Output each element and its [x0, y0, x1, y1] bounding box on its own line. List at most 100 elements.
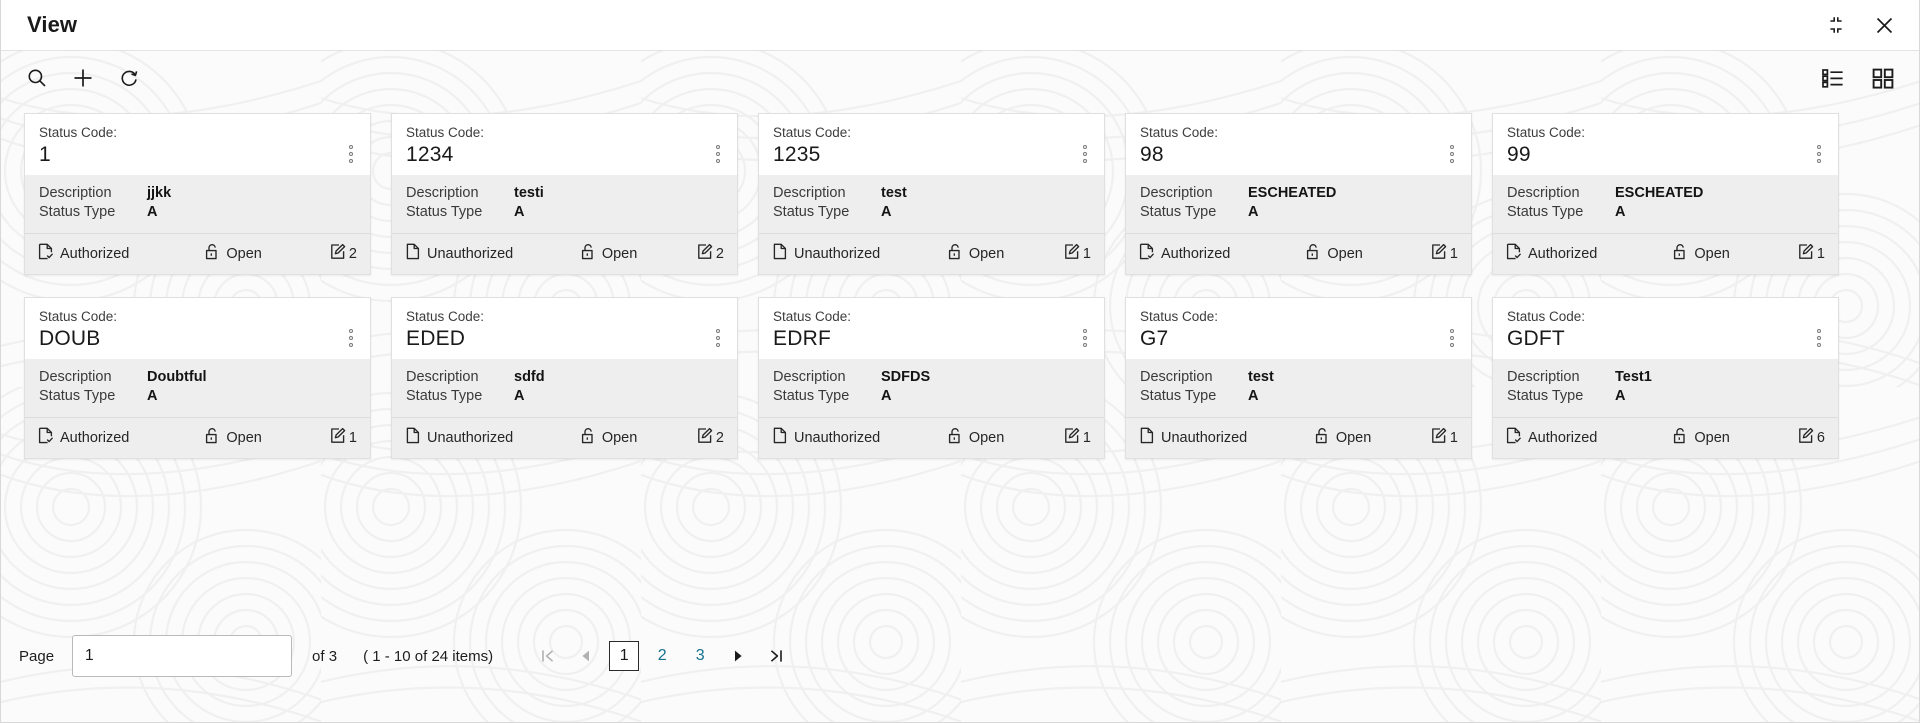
open-lock-icon — [1673, 243, 1688, 264]
record-lock-status[interactable]: Open — [1298, 243, 1362, 264]
document-icon — [405, 243, 421, 264]
card-menu-icon[interactable] — [709, 327, 727, 349]
status-type-value: A — [1248, 387, 1258, 406]
status-code-value: 99 — [1507, 142, 1824, 167]
status-card[interactable]: Status Code: GDFT Description Test1 Stat… — [1492, 297, 1839, 459]
lock-label: Open — [226, 430, 261, 446]
status-card[interactable]: Status Code: 1 Description jjkk Status T… — [24, 113, 371, 275]
document-icon — [1139, 427, 1155, 448]
status-type-label: Status Type — [1507, 387, 1615, 406]
edit-icon — [1064, 427, 1080, 448]
description-row: Description SDFDS — [773, 368, 1090, 387]
status-card[interactable]: Status Code: 1234 Description testi Stat… — [391, 113, 738, 275]
open-lock-icon — [948, 243, 963, 264]
edit-count[interactable]: 6 — [1798, 427, 1825, 448]
record-lock-status[interactable]: Open — [940, 243, 1004, 264]
edit-count[interactable]: 2 — [330, 243, 357, 264]
description-value: Test1 — [1615, 368, 1652, 387]
edit-count[interactable]: 1 — [1064, 427, 1091, 448]
authorization-status[interactable]: Unauthorized — [772, 427, 880, 448]
card-menu-icon[interactable] — [1810, 143, 1828, 165]
record-lock-status[interactable]: Open — [197, 427, 261, 448]
status-card[interactable]: Status Code: G7 Description test Status … — [1125, 297, 1472, 459]
edit-count[interactable]: 2 — [697, 427, 724, 448]
content-area: Status Code: 1 Description jjkk Status T… — [1, 51, 1919, 722]
card-header: Status Code: 1 — [25, 114, 370, 175]
status-card[interactable]: Status Code: 99 Description ESCHEATED St… — [1492, 113, 1839, 275]
add-icon[interactable] — [69, 64, 97, 92]
status-card[interactable]: Status Code: 1235 Description test Statu… — [758, 113, 1105, 275]
authorization-status[interactable]: Authorized — [38, 243, 129, 264]
refresh-icon[interactable] — [115, 64, 143, 92]
record-lock-status[interactable]: Open — [1665, 427, 1729, 448]
edit-icon — [1064, 243, 1080, 264]
authorization-status[interactable]: Unauthorized — [405, 243, 513, 264]
card-menu-icon[interactable] — [1443, 143, 1461, 165]
page-number-2[interactable]: 2 — [647, 641, 677, 671]
record-lock-status[interactable]: Open — [573, 427, 637, 448]
close-icon[interactable] — [1871, 12, 1897, 38]
status-code-value: 1 — [39, 142, 356, 167]
authorization-status[interactable]: Unauthorized — [405, 427, 513, 448]
page-number-1[interactable]: 1 — [609, 641, 639, 671]
record-lock-status[interactable]: Open — [940, 427, 1004, 448]
authorization-status[interactable]: Authorized — [1139, 243, 1230, 264]
status-type-value: A — [1615, 387, 1625, 406]
record-lock-status[interactable]: Open — [197, 243, 261, 264]
authorization-status[interactable]: Unauthorized — [1139, 427, 1247, 448]
first-page-icon[interactable] — [529, 639, 567, 673]
edit-count[interactable]: 1 — [1064, 243, 1091, 264]
record-lock-status[interactable]: Open — [1665, 243, 1729, 264]
card-menu-icon[interactable] — [709, 143, 727, 165]
edit-count-label: 1 — [349, 430, 357, 446]
card-footer: Unauthorized Open 2 — [392, 233, 737, 274]
edit-count[interactable]: 1 — [1798, 243, 1825, 264]
page-number-3[interactable]: 3 — [685, 641, 715, 671]
grid-view-icon[interactable] — [1869, 64, 1897, 92]
status-card[interactable]: Status Code: DOUB Description Doubtful S… — [24, 297, 371, 459]
next-page-icon[interactable] — [719, 639, 757, 673]
card-menu-icon[interactable] — [1810, 327, 1828, 349]
search-icon[interactable] — [23, 64, 51, 92]
card-header: Status Code: EDRF — [759, 298, 1104, 359]
list-view-icon[interactable] — [1819, 64, 1847, 92]
description-value: SDFDS — [881, 368, 930, 387]
record-lock-status[interactable]: Open — [1307, 427, 1371, 448]
status-code-value: 1235 — [773, 142, 1090, 167]
lock-label: Open — [602, 246, 637, 262]
lock-label: Open — [969, 246, 1004, 262]
status-code-label: Status Code: — [1507, 308, 1824, 325]
status-card[interactable]: Status Code: EDED Description sdfd Statu… — [391, 297, 738, 459]
status-type-row: Status Type A — [773, 203, 1090, 222]
card-body: Description test Status Type A — [1126, 359, 1471, 417]
authorization-status[interactable]: Authorized — [38, 427, 129, 448]
window-body: Status Code: 1 Description jjkk Status T… — [1, 51, 1919, 722]
card-menu-icon[interactable] — [342, 143, 360, 165]
status-type-row: Status Type A — [1140, 203, 1457, 222]
authorization-status[interactable]: Authorized — [1506, 427, 1597, 448]
document-check-icon — [1506, 243, 1522, 264]
edit-count[interactable]: 1 — [1431, 427, 1458, 448]
status-card[interactable]: Status Code: 98 Description ESCHEATED St… — [1125, 113, 1472, 275]
status-type-value: A — [147, 387, 157, 406]
edit-count-label: 1 — [1450, 246, 1458, 262]
status-card[interactable]: Status Code: EDRF Description SDFDS Stat… — [758, 297, 1105, 459]
edit-count[interactable]: 1 — [330, 427, 357, 448]
authorization-label: Unauthorized — [1161, 430, 1247, 446]
authorization-status[interactable]: Authorized — [1506, 243, 1597, 264]
status-type-value: A — [1615, 203, 1625, 222]
card-header: Status Code: 1235 — [759, 114, 1104, 175]
card-menu-icon[interactable] — [1076, 143, 1094, 165]
card-menu-icon[interactable] — [1443, 327, 1461, 349]
card-menu-icon[interactable] — [1076, 327, 1094, 349]
document-icon — [772, 243, 788, 264]
edit-count[interactable]: 1 — [1431, 243, 1458, 264]
record-lock-status[interactable]: Open — [573, 243, 637, 264]
collapse-icon[interactable] — [1823, 12, 1849, 38]
last-page-icon[interactable] — [757, 639, 795, 673]
authorization-status[interactable]: Unauthorized — [772, 243, 880, 264]
edit-count[interactable]: 2 — [697, 243, 724, 264]
card-menu-icon[interactable] — [342, 327, 360, 349]
previous-page-icon[interactable] — [567, 639, 605, 673]
page-input[interactable] — [72, 635, 292, 677]
